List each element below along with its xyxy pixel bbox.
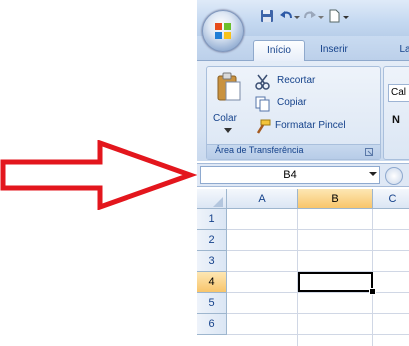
cut-label: Recortar — [277, 75, 316, 86]
format-painter-label: Formatar Pincel — [275, 120, 346, 131]
column-label: B — [331, 193, 339, 205]
select-all-corner[interactable] — [197, 189, 227, 209]
clipboard-group: Colar Recortar Copiar Formatar Pincel Ár… — [206, 66, 381, 160]
font-name-combo[interactable]: Cal — [388, 84, 409, 102]
excel-window: Início Inserir La Colar Recortar Copiar … — [197, 0, 409, 346]
row-label: 6 — [208, 318, 215, 330]
qat-customize-icon[interactable] — [342, 9, 350, 23]
name-box-value: B4 — [283, 169, 297, 181]
bold-label: N — [392, 114, 400, 126]
office-button[interactable] — [202, 10, 244, 52]
gridline — [227, 313, 409, 314]
bold-button[interactable]: N — [392, 114, 400, 126]
copy-label: Copiar — [277, 97, 307, 108]
column-header-b[interactable]: B — [298, 189, 373, 209]
spreadsheet-grid[interactable]: A B C 1 2 3 4 5 6 — [197, 189, 409, 346]
select-all-icon — [213, 197, 223, 207]
red-arrow-pointer — [0, 140, 198, 210]
row-header-1[interactable]: 1 — [197, 209, 227, 230]
copy-icon — [255, 96, 270, 112]
row-header-3[interactable]: 3 — [197, 251, 227, 272]
redo-dropdown-icon[interactable] — [317, 9, 325, 23]
paste-label: Colar — [213, 113, 237, 124]
name-box[interactable]: B4 — [200, 166, 380, 184]
paste-dropdown-icon — [224, 128, 232, 133]
font-name-value: Cal — [391, 87, 407, 98]
tab-label: La — [399, 44, 409, 55]
redo-icon[interactable] — [303, 9, 317, 23]
tab-layout-partial[interactable]: La — [395, 40, 409, 60]
paste-button[interactable]: Colar — [210, 70, 246, 140]
row-label: 3 — [208, 255, 215, 267]
column-header-a[interactable]: A — [227, 189, 298, 209]
formula-scroll-button[interactable] — [385, 167, 403, 185]
scissors-icon — [255, 74, 270, 90]
tab-inicio[interactable]: Início — [253, 40, 305, 61]
tab-inserir[interactable]: Inserir — [309, 40, 359, 60]
row-label: 5 — [208, 297, 215, 309]
row-label: 2 — [208, 234, 215, 246]
row-label: 1 — [208, 213, 215, 225]
dialog-launcher-icon[interactable] — [365, 148, 373, 156]
tab-label: Início — [267, 45, 291, 56]
row-header-2[interactable]: 2 — [197, 230, 227, 251]
gridline — [227, 229, 409, 230]
undo-icon[interactable] — [279, 9, 293, 23]
column-label: A — [258, 193, 266, 205]
gridline — [227, 292, 409, 293]
row-label: 4 — [208, 276, 215, 288]
format-painter-button[interactable]: Formatar Pincel — [255, 118, 379, 136]
paintbrush-icon — [256, 119, 271, 134]
column-label: C — [388, 193, 397, 205]
clipboard-group-label: Área de Transferência — [215, 145, 304, 155]
tab-label: Inserir — [320, 44, 348, 55]
chevron-down-icon[interactable] — [369, 172, 377, 176]
gridline — [227, 334, 409, 335]
row-header-5[interactable]: 5 — [197, 293, 227, 314]
row-header-4[interactable]: 4 — [197, 272, 227, 293]
save-icon[interactable] — [260, 9, 274, 23]
new-document-icon[interactable] — [327, 9, 341, 23]
ribbon: Colar Recortar Copiar Formatar Pincel Ár… — [197, 61, 409, 161]
cut-button[interactable]: Recortar — [255, 73, 375, 91]
clipboard-group-footer: Área de Transferência — [207, 144, 380, 159]
fill-handle[interactable] — [369, 288, 376, 295]
active-cell-b4[interactable] — [298, 272, 373, 292]
formula-bar: B4 — [197, 163, 409, 187]
column-header-c[interactable]: C — [373, 189, 409, 209]
copy-button[interactable]: Copiar — [255, 95, 375, 113]
font-group-partial: Cal N — [383, 66, 409, 160]
row-header-6[interactable]: 6 — [197, 314, 227, 335]
clipboard-paste-icon — [217, 72, 241, 101]
undo-dropdown-icon[interactable] — [293, 9, 301, 23]
gridline — [227, 250, 409, 251]
office-logo-icon — [215, 23, 231, 39]
